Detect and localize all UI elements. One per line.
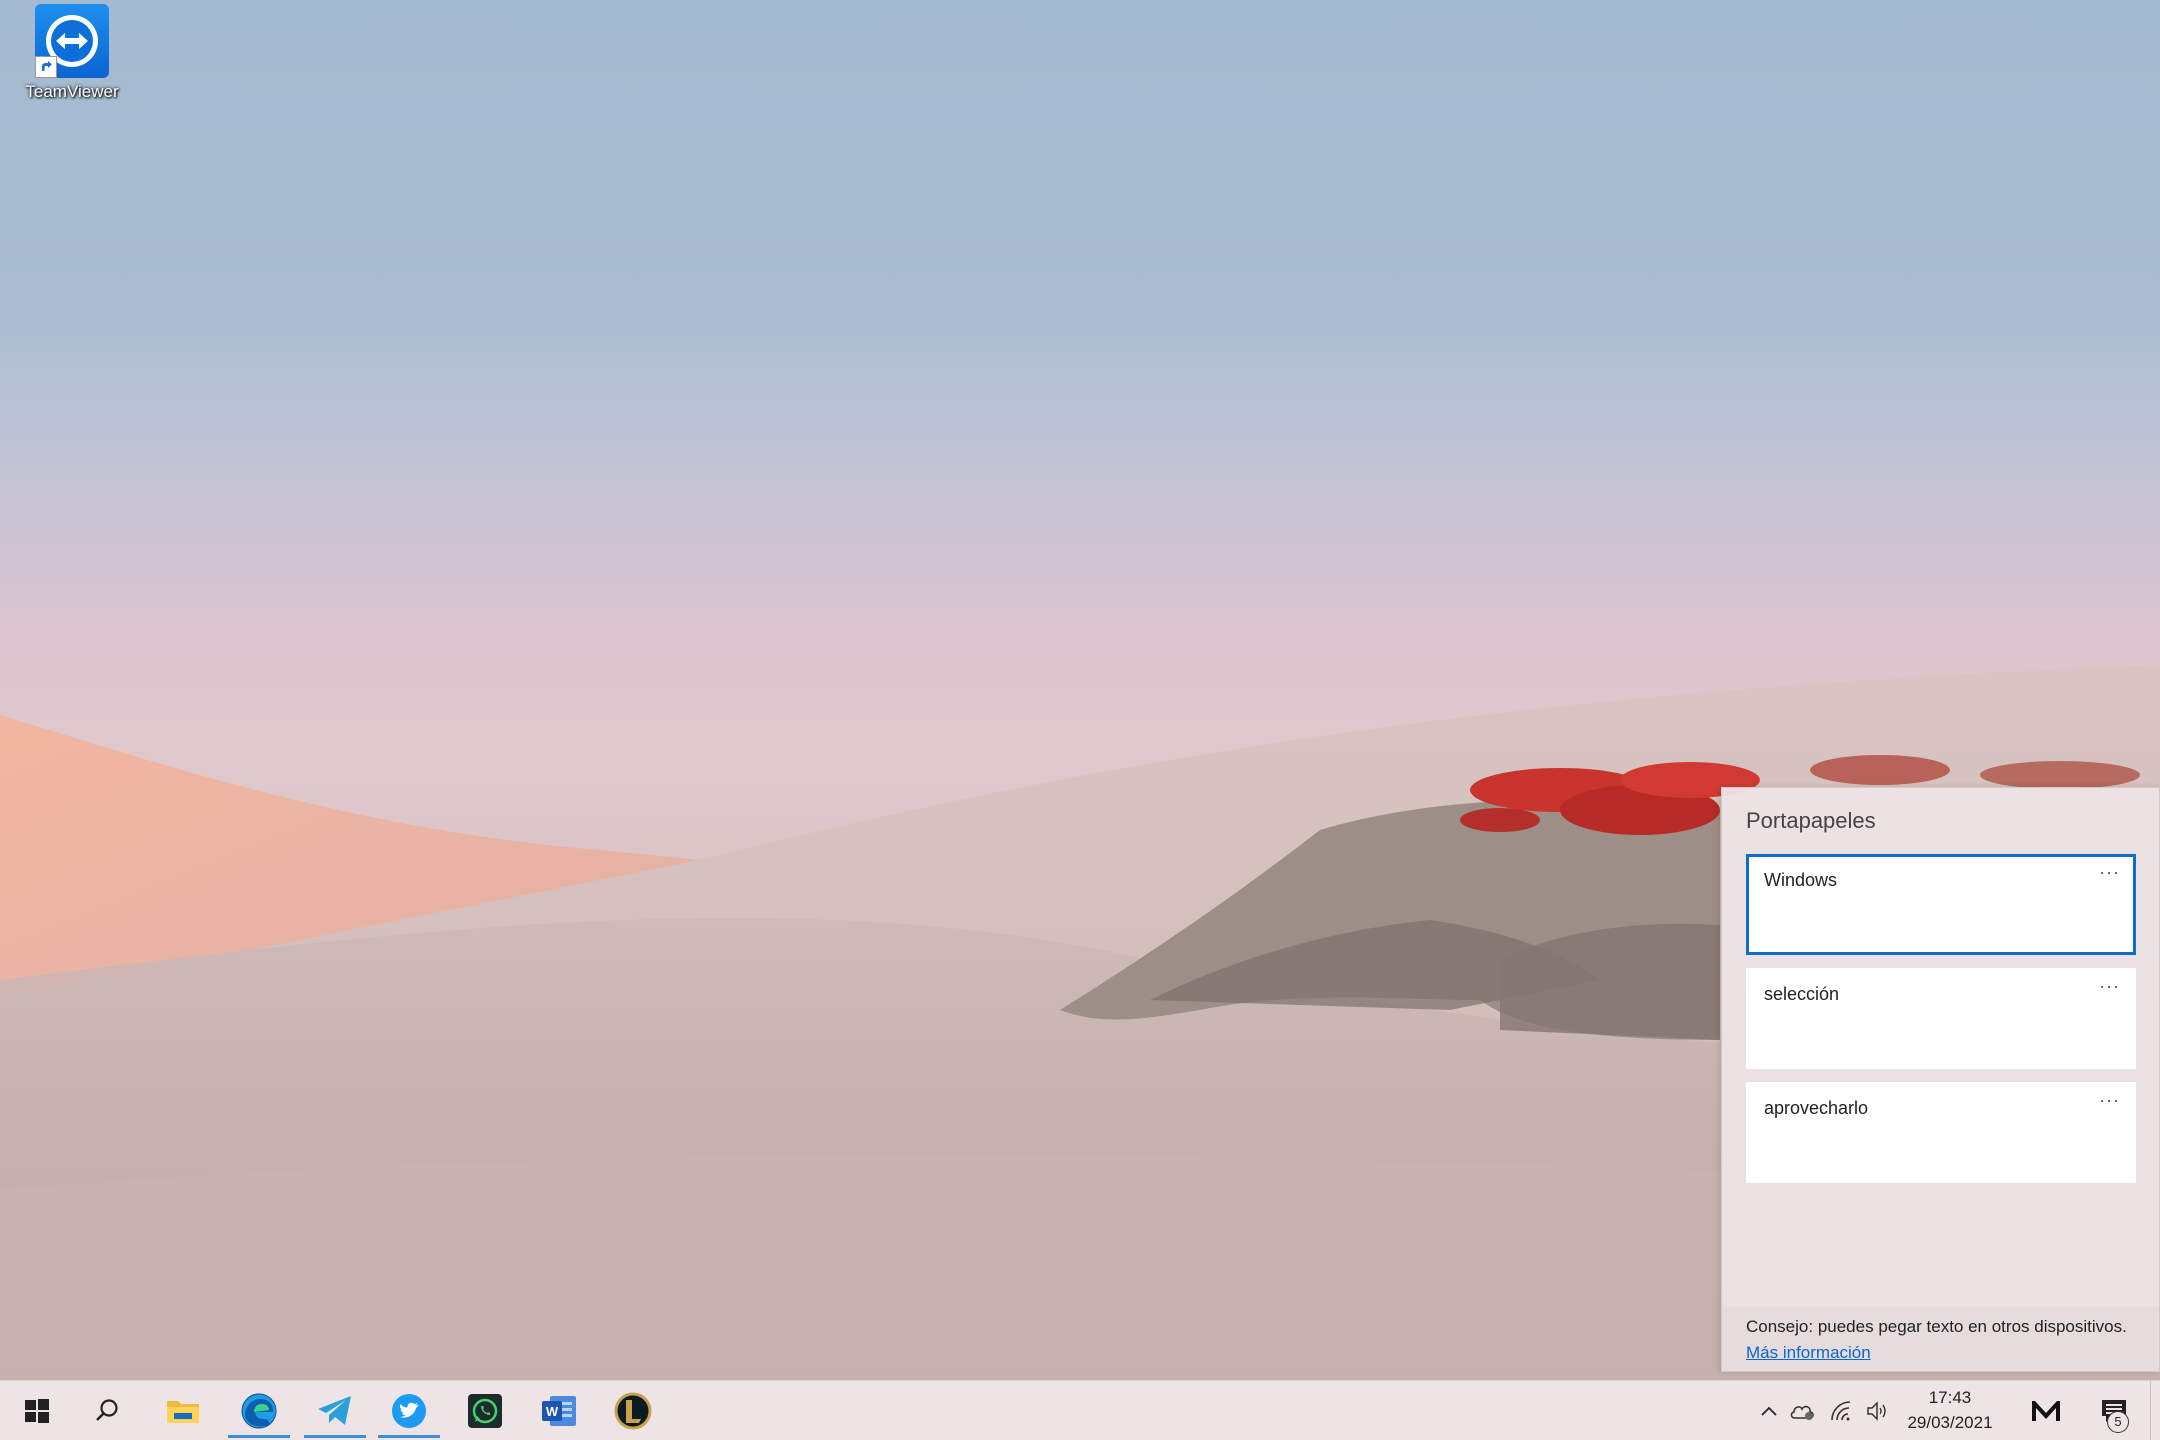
taskbar: W 17:43 29/03/2021 5	[0, 1380, 2160, 1440]
clock[interactable]: 17:43 29/03/2021	[1880, 1385, 2020, 1435]
windows-start-icon	[25, 1398, 49, 1423]
file-explorer-icon	[167, 1400, 199, 1423]
more-options-icon[interactable]: ···	[2099, 862, 2120, 883]
app-m-icon	[2032, 1400, 2060, 1421]
search-button[interactable]	[72, 1381, 142, 1440]
more-options-icon[interactable]: ···	[2099, 976, 2120, 997]
more-options-icon[interactable]: ···	[2099, 1090, 2120, 1111]
tray-cloud[interactable]	[1788, 1381, 1818, 1440]
clipboard-item[interactable]: selección ···	[1746, 968, 2136, 1069]
tip-text: Consejo: puedes pegar texto en otros dis…	[1746, 1317, 2127, 1336]
word-icon: W	[542, 1395, 576, 1426]
taskbar-telegram[interactable]	[300, 1381, 370, 1440]
clipboard-item-text: Windows	[1764, 870, 1838, 890]
taskbar-word[interactable]: W	[524, 1381, 594, 1440]
telegram-icon	[318, 1395, 351, 1425]
clipboard-tip: Consejo: puedes pegar texto en otros dis…	[1722, 1307, 2159, 1371]
clock-time: 17:43	[1928, 1388, 1972, 1407]
league-of-legends-icon	[614, 1392, 652, 1429]
clipboard-item[interactable]: Windows ···	[1746, 854, 2136, 955]
svg-text:W: W	[546, 1404, 559, 1419]
notification-count-badge: 5	[2107, 1411, 2129, 1433]
clipboard-item-text: aprovecharlo	[1764, 1098, 1869, 1118]
cloud-icon	[1790, 1405, 1814, 1420]
edge-icon	[241, 1393, 277, 1428]
taskbar-twitter[interactable]	[374, 1381, 444, 1440]
tray-network[interactable]	[1826, 1381, 1856, 1440]
desktop-icon-label: TeamViewer	[25, 82, 119, 101]
start-button[interactable]	[2, 1381, 72, 1440]
taskbar-league-of-legends[interactable]	[598, 1381, 668, 1440]
taskbar-whatsapp[interactable]	[450, 1381, 520, 1440]
clipboard-panel[interactable]: Portapapeles Windows ··· selección ··· a…	[1721, 787, 2160, 1372]
show-hidden-icons-button[interactable]	[1756, 1381, 1782, 1440]
chevron-up-icon	[1761, 1406, 1777, 1416]
twitter-icon	[392, 1393, 426, 1428]
search-icon	[96, 1398, 118, 1421]
taskbar-file-explorer[interactable]	[148, 1381, 218, 1440]
shortcut-arrow-icon	[35, 56, 57, 78]
clipboard-item-text: selección	[1764, 984, 1840, 1004]
clipboard-item[interactable]: aprovecharlo ···	[1746, 1082, 2136, 1183]
desktop-icon-teamviewer[interactable]: TeamViewer	[18, 4, 126, 114]
tray-app-m[interactable]	[2026, 1381, 2066, 1440]
whatsapp-icon	[468, 1393, 502, 1428]
taskbar-edge[interactable]	[224, 1381, 294, 1440]
show-desktop-button[interactable]	[2150, 1381, 2160, 1440]
wifi-icon	[1831, 1400, 1851, 1420]
teamviewer-icon	[35, 4, 109, 78]
clock-date: 29/03/2021	[1907, 1413, 1993, 1432]
clipboard-title: Portapapeles	[1746, 808, 1876, 833]
more-info-link[interactable]: Más información	[1746, 1343, 1871, 1362]
